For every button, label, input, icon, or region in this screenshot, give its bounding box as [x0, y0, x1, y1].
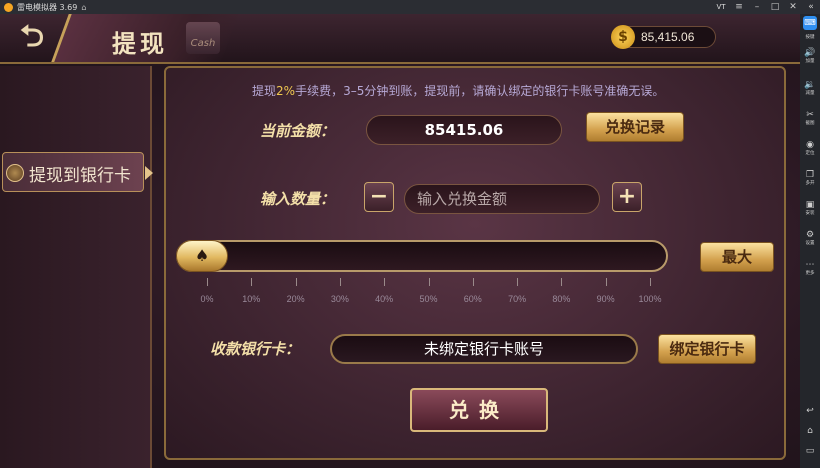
- more-icon: ⋯: [805, 260, 815, 270]
- slider-tick-label: 30%: [330, 294, 349, 304]
- slider-tick: [251, 278, 253, 286]
- install-icon: ▣: [805, 200, 815, 210]
- slider-tick-label: 70%: [508, 294, 527, 304]
- sidebar-item-volume-down[interactable]: 🔉 减量: [800, 80, 820, 96]
- sidebar-item-multi[interactable]: ❐ 多开: [800, 170, 820, 186]
- emulator-title-bar: 雷电模拟器 3.69 ⌂ VT ≡ – □ ✕ «: [0, 0, 820, 14]
- bank-card-label: 收款银行卡：: [210, 340, 301, 358]
- sidebar-item-screenshot[interactable]: ✂ 截图: [800, 110, 820, 126]
- bind-card-button[interactable]: 绑定银行卡: [658, 334, 756, 364]
- emulator-logo-icon: [4, 2, 13, 12]
- sidebar-item-settings[interactable]: ⚙ 设置: [800, 230, 820, 246]
- slider-tick-label: 0%: [200, 294, 214, 304]
- slider-tick: [561, 278, 563, 286]
- scissors-icon: ✂: [806, 110, 814, 120]
- game-screen: ⮌ 提现 Cash $ 85,415.06 提现到银行卡 提现2%手续费，3–5…: [0, 14, 800, 468]
- slider-tick-label: 10%: [242, 294, 261, 304]
- emulator-title: 雷电模拟器 3.69: [17, 2, 78, 12]
- decrease-button[interactable]: −: [364, 182, 394, 212]
- slider-tick-label: 40%: [375, 294, 394, 304]
- emulator-window: 雷电模拟器 3.69 ⌂ VT ≡ – □ ✕ « ⌨ 按键 🔊 加量 🔉 减量 ✂…: [0, 0, 820, 468]
- header-bar: ⮌ 提现 Cash $ 85,415.06: [0, 14, 800, 64]
- amount-slider-track[interactable]: [176, 240, 668, 272]
- maximize-icon[interactable]: □: [766, 2, 784, 12]
- slider-tick-label: 60%: [463, 294, 482, 304]
- current-amount-label: 当前金额：: [260, 122, 336, 140]
- tab-arrow-icon: [145, 166, 153, 180]
- left-tab-panel: 提现到银行卡: [0, 66, 153, 468]
- slider-tick: [472, 278, 474, 286]
- slider-tick-label: 80%: [552, 294, 571, 304]
- max-button[interactable]: 最大: [700, 242, 774, 272]
- slider-tick-label: 20%: [286, 294, 305, 304]
- tab-label: 提现到银行卡: [29, 166, 131, 186]
- fee-notice: 提现2%手续费，3–5分钟到账，提现前，请确认绑定的银行卡账号准确无误。: [252, 84, 665, 98]
- bank-card-field: 未绑定银行卡账号: [330, 334, 638, 364]
- menu-icon[interactable]: ≡: [730, 2, 748, 12]
- emulator-sidebar: ⌨ 按键 🔊 加量 🔉 减量 ✂ 截图 ◉ 定位 ❐ 多开 ▣ 安装 ⚙ 设置 ⋯ 更多 ↩ ⌂…: [800, 14, 820, 468]
- multi-window-icon: ❐: [805, 170, 815, 180]
- settings-icon: ⚙: [805, 230, 815, 240]
- volume-up-icon: 🔊: [804, 48, 816, 58]
- increase-button[interactable]: +: [612, 182, 642, 212]
- balance-value: 85,415.06: [641, 30, 695, 44]
- slider-tick: [339, 278, 341, 286]
- slider-tick: [517, 278, 519, 286]
- sidebar-item-keys[interactable]: 按键: [800, 34, 820, 40]
- exchange-history-button[interactable]: 兑换记录: [586, 112, 684, 142]
- minimize-icon[interactable]: –: [748, 2, 766, 12]
- current-amount-field: 85415.06: [366, 115, 562, 145]
- vt-indicator: VT: [716, 3, 726, 11]
- slider-tick: [428, 278, 430, 286]
- slider-tick-label: 50%: [419, 294, 438, 304]
- window-controls: VT ≡ – □ ✕ «: [712, 0, 820, 14]
- volume-down-icon: 🔉: [804, 80, 816, 90]
- balance-display: $ 85,415.06: [611, 25, 716, 49]
- keyboard-icon[interactable]: ⌨: [803, 16, 817, 30]
- slider-thumb-spade-icon[interactable]: ♠: [176, 240, 228, 272]
- slider-scale: 0% 10% 20% 30% 40% 50% 60% 70% 80% 90% 100%: [166, 278, 788, 312]
- gamepad-icon[interactable]: ⌂: [81, 3, 86, 12]
- collapse-sidebar-icon[interactable]: «: [802, 2, 820, 12]
- slider-tick: [384, 278, 386, 286]
- sidebar-item-more[interactable]: ⋯ 更多: [800, 260, 820, 276]
- quantity-label: 输入数量：: [260, 190, 336, 208]
- slider-tick-label: 100%: [638, 294, 662, 304]
- sidebar-item-install[interactable]: ▣ 安装: [800, 200, 820, 216]
- tab-withdraw-to-bank[interactable]: 提现到银行卡: [2, 152, 144, 192]
- sidebar-item-volume-up[interactable]: 🔊 加量: [800, 48, 820, 64]
- amount-input[interactable]: 输入兑换金额: [404, 184, 600, 214]
- home-nav-icon[interactable]: ⌂: [800, 426, 820, 436]
- slider-tick: [605, 278, 607, 286]
- location-icon: ◉: [806, 140, 814, 150]
- tab-bullet-icon: [6, 164, 24, 182]
- back-nav-icon[interactable]: ↩: [800, 406, 820, 416]
- recents-nav-icon[interactable]: ▭: [800, 446, 820, 456]
- cash-icon: Cash: [186, 22, 220, 54]
- slider-tick: [295, 278, 297, 286]
- slider-tick: [650, 278, 651, 286]
- close-icon[interactable]: ✕: [784, 2, 802, 12]
- slider-tick-label: 90%: [596, 294, 615, 304]
- sidebar-item-location[interactable]: ◉ 定位: [800, 140, 820, 156]
- exchange-button[interactable]: 兑换: [410, 388, 548, 432]
- back-button[interactable]: ⮌: [8, 20, 56, 54]
- slider-tick: [207, 278, 208, 286]
- coin-icon: $: [611, 25, 635, 49]
- page-title: 提现: [112, 29, 168, 58]
- withdraw-panel: 提现2%手续费，3–5分钟到账，提现前，请确认绑定的银行卡账号准确无误。 当前金…: [164, 66, 786, 460]
